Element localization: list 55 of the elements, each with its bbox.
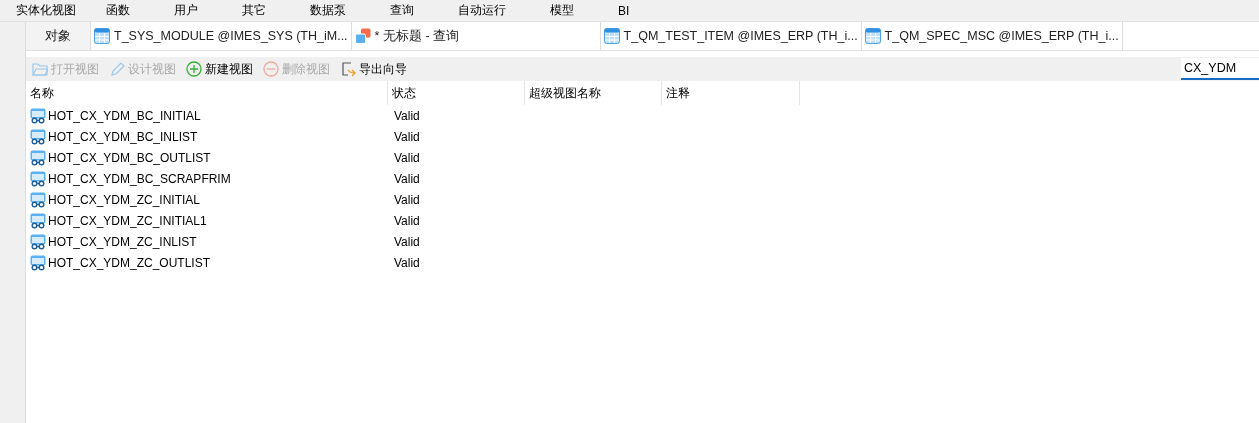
export-icon <box>340 61 356 77</box>
tab[interactable]: * 无标题 - 查询 <box>351 22 601 50</box>
table-cell-text: Valid <box>393 128 421 146</box>
table-cell-text: Valid <box>393 254 421 272</box>
table-cell: HOT_CX_YDM_BC_INITIAL <box>26 105 388 126</box>
tab[interactable]: T_QM_SPEC_MSC @IMES_ERP (TH_i... <box>861 22 1123 50</box>
menu-item[interactable]: 自动运行 <box>458 2 550 19</box>
column-header[interactable]: 超级视图名称 <box>525 81 662 105</box>
tab[interactable]: T_QM_TEST_ITEM @IMES_ERP (TH_i... <box>600 22 862 50</box>
table-cell-text: Valid <box>393 149 421 167</box>
menu-item[interactable]: 用户 <box>174 2 242 19</box>
view-icon <box>30 212 46 229</box>
pencil-icon <box>109 61 125 77</box>
toolbar-button[interactable]: 导出向导 <box>338 60 409 78</box>
menu-item[interactable]: 查询 <box>390 2 458 19</box>
menu-item[interactable]: 其它 <box>242 2 310 19</box>
table-cell: HOT_CX_YDM_ZC_INITIAL <box>26 189 388 210</box>
column-header[interactable]: 注释 <box>662 81 800 105</box>
table-cell: HOT_CX_YDM_BC_INLIST <box>26 126 388 147</box>
table-cell: HOT_CX_YDM_ZC_OUTLIST <box>26 252 388 273</box>
view-icon <box>30 233 46 250</box>
query-icon <box>354 28 371 44</box>
column-header[interactable]: 状态 <box>388 81 525 105</box>
view-icon <box>30 170 46 187</box>
table-cell: HOT_CX_YDM_BC_SCRAPFRIM <box>26 168 388 189</box>
search-field[interactable]: CX_YDM <box>1181 58 1259 80</box>
view-icon <box>30 254 46 271</box>
toolbar-button[interactable]: 新建视图 <box>184 60 255 78</box>
view-icon <box>30 128 46 145</box>
table-icon <box>603 28 620 44</box>
menu-item[interactable]: 数据泵 <box>310 2 390 19</box>
table-icon <box>864 28 881 44</box>
menu-item[interactable]: 函数 <box>106 2 174 19</box>
view-icon <box>30 107 46 124</box>
tab[interactable]: 对象 <box>26 22 91 50</box>
column-header[interactable]: 名称 <box>26 81 388 105</box>
view-icon <box>30 191 46 208</box>
table-cell: HOT_CX_YDM_ZC_INITIAL1 <box>26 210 388 231</box>
folder-icon <box>32 61 48 77</box>
minus-icon <box>263 61 279 77</box>
table-cell-text: Valid <box>393 107 421 125</box>
table-cell-text: Valid <box>393 233 421 251</box>
menu-item[interactable]: 实体化视图 <box>16 2 106 19</box>
table-cell: HOT_CX_YDM_BC_OUTLIST <box>26 147 388 168</box>
search-input: CX_YDM <box>1181 61 1259 75</box>
table-cell-text: Valid <box>393 170 421 188</box>
menu-item[interactable]: BI <box>618 3 674 18</box>
menu-item[interactable]: 模型 <box>550 2 618 19</box>
plus-icon <box>186 61 202 77</box>
view-icon <box>30 149 46 166</box>
table-icon <box>94 28 110 44</box>
table-cell-text: Valid <box>393 212 421 230</box>
table-cell-text: Valid <box>393 191 421 209</box>
tab[interactable]: T_SYS_MODULE @IMES_SYS (TH_iM... <box>91 22 352 50</box>
table-cell: HOT_CX_YDM_ZC_INLIST <box>26 231 388 252</box>
